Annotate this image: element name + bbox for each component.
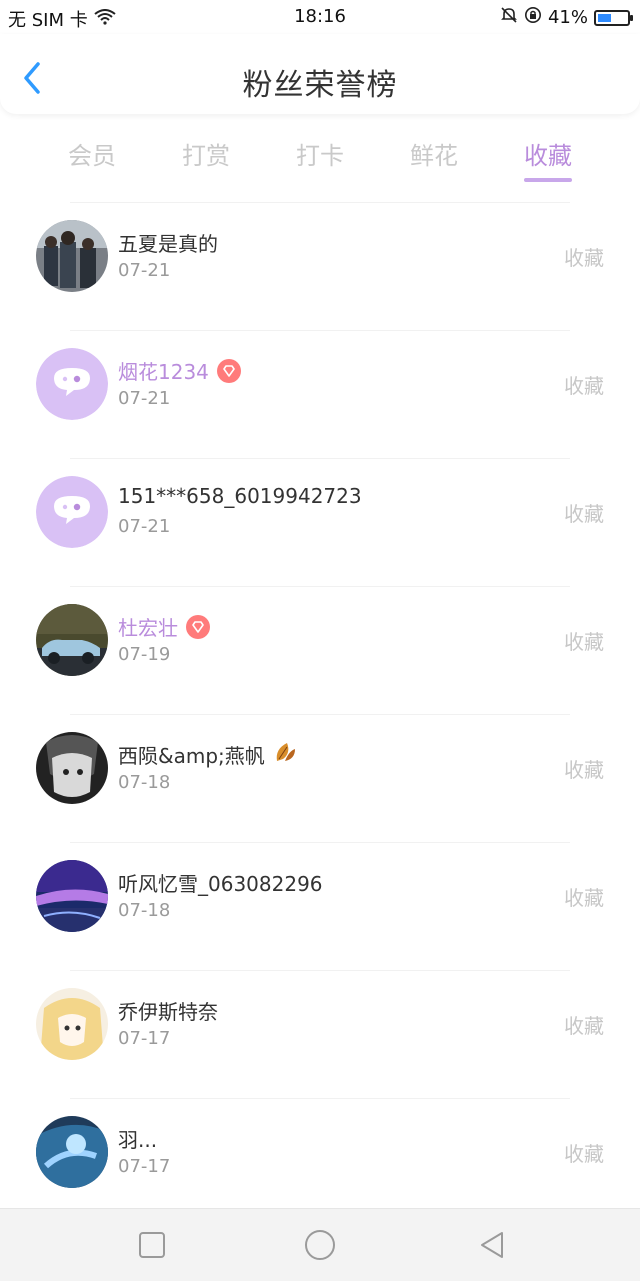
divider bbox=[70, 970, 570, 971]
diamond-badge-icon bbox=[186, 614, 210, 639]
avatar-default-icon[interactable] bbox=[36, 348, 108, 420]
list-item[interactable]: 五夏是真的 07-21 收藏 bbox=[0, 202, 640, 330]
user-name: 西陨&amp;燕帆 bbox=[118, 740, 297, 769]
date-text: 07-21 bbox=[118, 260, 171, 281]
favorite-label: 收藏 bbox=[564, 374, 604, 398]
divider bbox=[70, 330, 570, 331]
user-name-text: 151***658_6019942723 bbox=[118, 484, 362, 508]
tab-membership[interactable]: 会员 bbox=[62, 136, 122, 171]
avatar[interactable] bbox=[36, 860, 108, 932]
date-text: 07-19 bbox=[118, 644, 171, 665]
avatar[interactable] bbox=[36, 1116, 108, 1188]
favorite-label: 收藏 bbox=[564, 758, 604, 782]
divider bbox=[70, 1098, 570, 1099]
leaf-emoji-icon bbox=[273, 741, 297, 768]
favorite-label: 收藏 bbox=[564, 246, 604, 270]
user-name-text: 杜宏壮 bbox=[118, 616, 178, 640]
avatar[interactable] bbox=[36, 220, 108, 292]
list-item[interactable]: 乔伊斯特奈 07-17 收藏 bbox=[0, 970, 640, 1098]
battery-icon bbox=[594, 9, 633, 26]
user-name-text: 羽... bbox=[118, 1128, 158, 1152]
favorite-label: 收藏 bbox=[564, 1142, 604, 1166]
divider bbox=[70, 714, 570, 715]
triangle-back-icon[interactable] bbox=[474, 1227, 510, 1263]
list-item[interactable]: 烟花1234 07-21 收藏 bbox=[0, 330, 640, 458]
rotation-lock-icon bbox=[524, 6, 542, 29]
page-title: 粉丝荣誉榜 bbox=[242, 68, 398, 103]
date-text: 07-17 bbox=[118, 1156, 171, 1177]
user-name: 听风忆雪_063082296 bbox=[118, 868, 323, 897]
system-nav-bar bbox=[0, 1208, 640, 1281]
divider bbox=[70, 842, 570, 843]
favorite-label: 收藏 bbox=[564, 1014, 604, 1038]
avatar[interactable] bbox=[36, 604, 108, 676]
divider bbox=[70, 586, 570, 587]
circle-icon[interactable] bbox=[302, 1227, 338, 1263]
avatar[interactable] bbox=[36, 988, 108, 1060]
date-text: 07-21 bbox=[118, 516, 171, 537]
favorite-label: 收藏 bbox=[564, 502, 604, 526]
list-item[interactable]: 西陨&amp;燕帆 07-18 收藏 bbox=[0, 714, 640, 842]
tab-flowers[interactable]: 鲜花 bbox=[404, 136, 464, 171]
battery-percentage: 41% bbox=[547, 7, 588, 28]
divider bbox=[70, 458, 570, 459]
user-name-text: 听风忆雪_063082296 bbox=[118, 872, 323, 896]
divider bbox=[70, 202, 570, 203]
user-name: 烟花1234 bbox=[118, 356, 241, 385]
bell-muted-icon bbox=[500, 6, 518, 29]
avatar[interactable] bbox=[36, 732, 108, 804]
user-name-text: 五夏是真的 bbox=[118, 232, 218, 256]
avatar-default-icon[interactable] bbox=[36, 476, 108, 548]
user-name: 杜宏壮 bbox=[118, 612, 210, 641]
list-item[interactable]: 151***658_6019942723 07-21 收藏 bbox=[0, 458, 640, 586]
favorite-label: 收藏 bbox=[564, 886, 604, 910]
app-header: 粉丝荣誉榜 bbox=[0, 34, 640, 114]
list-item[interactable]: 听风忆雪_063082296 07-18 收藏 bbox=[0, 842, 640, 970]
user-name: 羽... bbox=[118, 1124, 157, 1153]
tab-reward[interactable]: 打赏 bbox=[176, 136, 236, 171]
tab-checkin[interactable]: 打卡 bbox=[290, 136, 350, 171]
status-bar: 无 SIM 卡 18:16 41% bbox=[0, 0, 640, 34]
list-item[interactable]: 羽... 07-17 收藏 bbox=[0, 1098, 640, 1226]
diamond-badge-icon bbox=[216, 358, 241, 383]
user-name: 乔伊斯特奈 bbox=[118, 996, 218, 1025]
list-item[interactable]: 杜宏壮 07-19 收藏 bbox=[0, 586, 640, 714]
square-icon[interactable] bbox=[134, 1227, 170, 1263]
tab-bar: 会员 打赏 打卡 鲜花 收藏 bbox=[0, 130, 640, 190]
date-text: 07-17 bbox=[118, 1028, 171, 1049]
date-text: 07-18 bbox=[118, 772, 171, 793]
user-name-text: 烟花1234 bbox=[118, 360, 209, 384]
date-text: 07-18 bbox=[118, 900, 171, 921]
favorite-label: 收藏 bbox=[564, 630, 604, 654]
date-text: 07-21 bbox=[118, 388, 171, 409]
tab-favorites[interactable]: 收藏 bbox=[518, 136, 578, 171]
user-name: 151***658_6019942723 bbox=[118, 484, 362, 508]
user-name-text: 乔伊斯特奈 bbox=[118, 1000, 218, 1024]
user-name-text: 西陨&amp;燕帆 bbox=[118, 744, 265, 768]
user-name: 五夏是真的 bbox=[118, 228, 218, 257]
active-tab-indicator bbox=[524, 178, 572, 182]
